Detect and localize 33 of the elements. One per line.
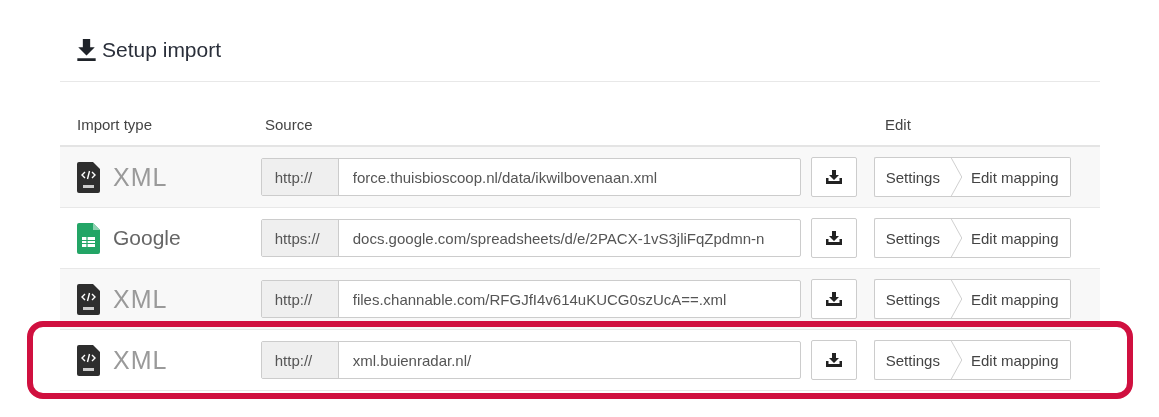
page-title: Setup import <box>102 38 222 62</box>
download-button[interactable] <box>810 218 857 258</box>
xml-file-icon <box>77 283 100 315</box>
edit-mapping-button[interactable]: Edit mapping <box>962 218 1071 258</box>
download-icon <box>825 170 842 184</box>
import-type-label: XML <box>113 284 168 314</box>
spreadsheet-icon <box>77 222 100 254</box>
edit-mapping-button[interactable]: Edit mapping <box>962 340 1071 380</box>
source-url-field[interactable]: https:// docs.google.com/spreadsheets/d/e/2PACX-1vS3jliFqZpdmn-n <box>260 219 801 257</box>
settings-button[interactable]: Settings <box>873 157 951 197</box>
xml-file-icon <box>77 161 100 193</box>
settings-button[interactable]: Settings <box>873 279 951 319</box>
download-button[interactable] <box>810 340 857 380</box>
column-header: Edit <box>884 116 912 133</box>
import-type-label: Google <box>113 226 181 250</box>
edit-mapping-button[interactable]: Edit mapping <box>962 279 1071 319</box>
download-icon <box>825 292 842 306</box>
column-header: Import type <box>76 116 154 133</box>
import-type-label: XML <box>113 162 168 192</box>
import-type-label: XML <box>113 345 168 375</box>
source-url-field[interactable]: http:// files.channable.com/RFGJfI4v614uKUCG0szUcA==.xml <box>260 280 801 318</box>
settings-button[interactable]: Settings <box>873 340 951 380</box>
column-header: Source <box>264 116 314 133</box>
edit-mapping-button[interactable]: Edit mapping <box>962 157 1071 197</box>
download-button[interactable] <box>810 157 857 197</box>
download-icon <box>825 231 842 245</box>
xml-file-icon <box>77 344 100 376</box>
download-icon <box>77 39 96 61</box>
source-url-field[interactable]: http:// force.thuisbioscoop.nl/data/ikwilbovenaan.xml <box>260 158 801 196</box>
settings-button[interactable]: Settings <box>873 218 951 258</box>
download-button[interactable] <box>810 279 857 319</box>
download-icon <box>825 353 842 367</box>
source-url-field[interactable]: http:// xml.buienradar.nl/ <box>260 341 801 379</box>
